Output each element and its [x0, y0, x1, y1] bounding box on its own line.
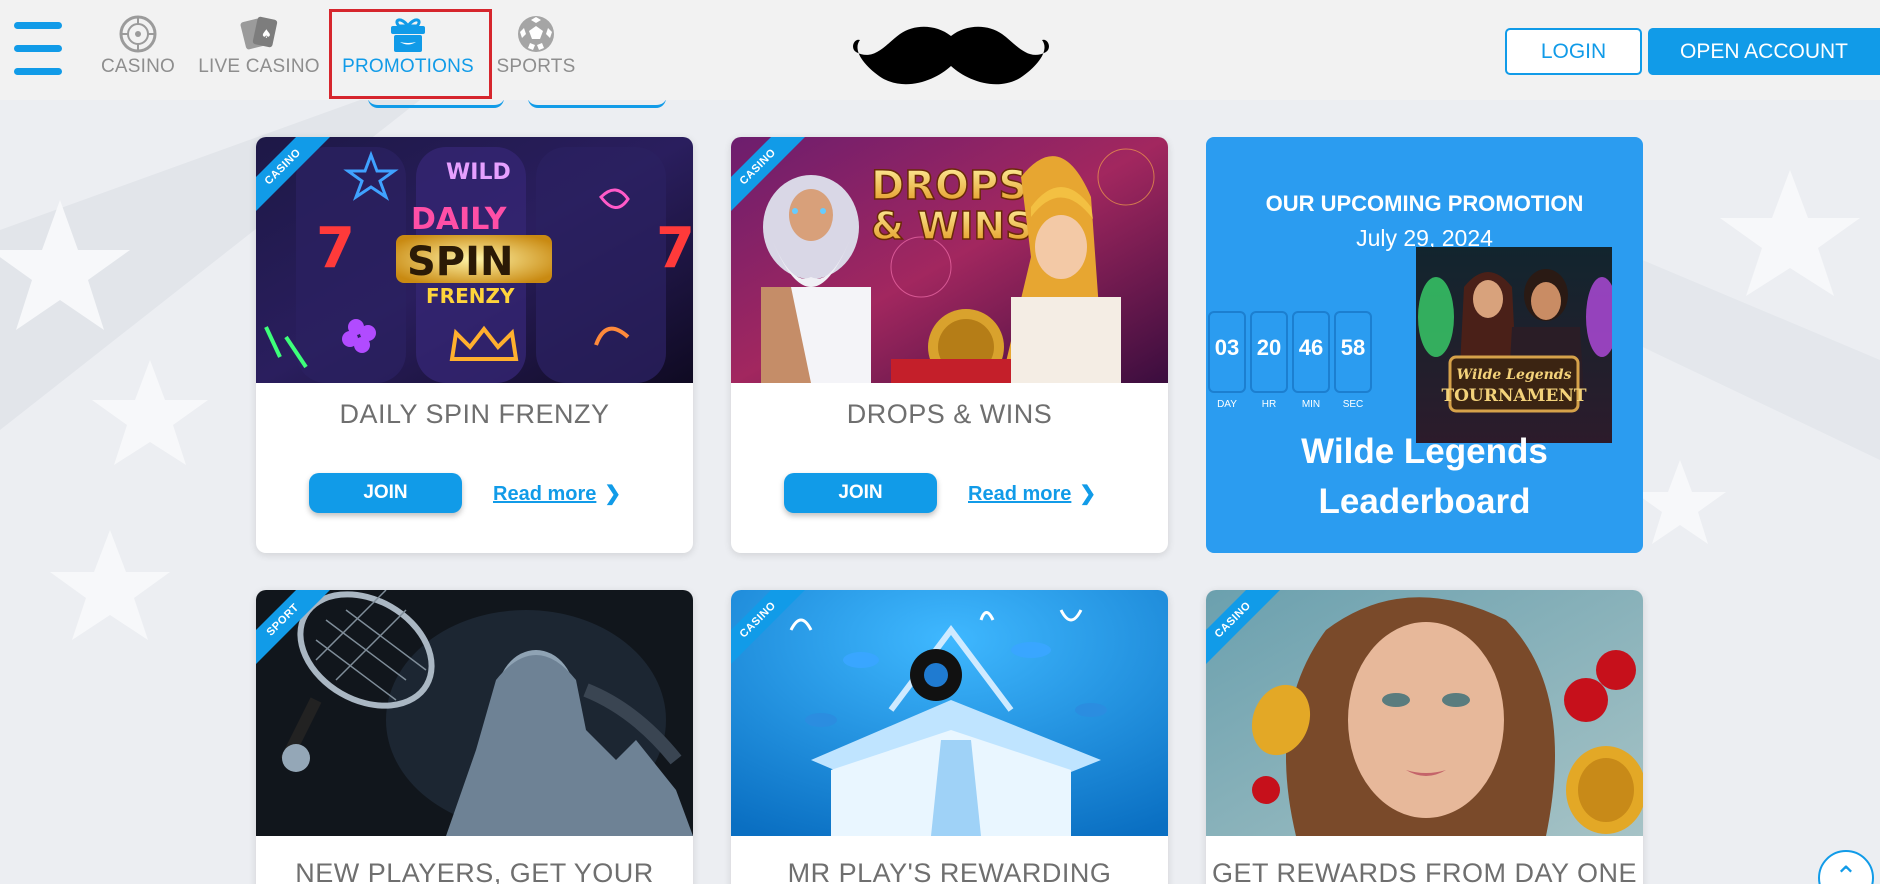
roulette-icon [119, 15, 157, 53]
chevron-up-icon: ⌃ [1834, 861, 1858, 884]
login-button[interactable]: LOGIN [1505, 28, 1642, 75]
card-title: MR PLAY'S REWARDING [787, 858, 1112, 884]
promo-card-drops-and-wins[interactable]: DROPS & WINS CASINO DROPS & WINS JOIN Re… [731, 137, 1168, 553]
countdown-minutes: 46 [1292, 311, 1330, 393]
nav-live-casino[interactable]: ♠ LIVE CASINO [198, 14, 320, 84]
promo-card-daily-spin-frenzy[interactable]: 7 7 WILD DAILY SPIN FRENZY CASINO DAILY … [256, 137, 693, 553]
read-more-link[interactable]: Read more ❯ [968, 481, 1096, 506]
chevron-right-icon: ❯ [604, 483, 622, 505]
upcoming-promotion-heading: OUR UPCOMING PROMOTION [1265, 191, 1584, 216]
art-frenzy-text: FRENZY [426, 284, 515, 308]
card-title: DAILY SPIN FRENZY [339, 399, 610, 429]
upcoming-promotion-card[interactable]: OUR UPCOMING PROMOTION July 29, 2024 03 … [1206, 137, 1643, 553]
join-button[interactable]: JOIN [309, 473, 462, 513]
art-daily-text: DAILY [411, 202, 508, 237]
leaderboard-title: Wilde Legends Leaderboard [1206, 427, 1643, 527]
daily-spin-frenzy-image: 7 7 WILD DAILY SPIN FRENZY [256, 137, 693, 383]
art-spin-text: SPIN [407, 239, 513, 285]
countdown-min-label: MIN [1301, 399, 1321, 410]
read-more-label: Read more [493, 483, 597, 505]
wilde-legends-tournament-image: Wilde Legends TOURNAMENT [1416, 247, 1612, 443]
svg-text:7: 7 [656, 216, 693, 281]
gift-box-chips-image [731, 590, 1168, 836]
open-account-button[interactable]: OPEN ACCOUNT [1648, 28, 1880, 75]
leaderboard-title-line-1: Wilde Legends [1301, 432, 1548, 471]
promo-card-new-players[interactable]: SPORT NEW PLAYERS, GET YOUR [256, 590, 693, 884]
nav-live-casino-label: LIVE CASINO [198, 56, 320, 77]
card-title: NEW PLAYERS, GET YOUR [295, 858, 654, 884]
countdown-hours: 20 [1250, 311, 1288, 393]
read-more-link[interactable]: Read more ❯ [493, 481, 621, 506]
countdown-days: 03 [1208, 311, 1246, 393]
promo-card-mr-plays-rewarding[interactable]: CASINO MR PLAY'S REWARDING [731, 590, 1168, 884]
nav-casino-label: CASINO [100, 56, 176, 77]
chevron-right-icon: ❯ [1079, 483, 1097, 505]
mustache-logo[interactable] [850, 22, 1052, 88]
leaderboard-title-line-2: Leaderboard [1318, 482, 1531, 521]
countdown-day-label: DAY [1217, 399, 1237, 410]
countdown-seconds: 58 [1334, 311, 1372, 393]
nav-sports[interactable]: SPORTS [496, 14, 576, 84]
art-wins-text: & WINS [871, 204, 1033, 248]
art-wild-text: WILD [446, 160, 511, 185]
woman-coins-image [1206, 590, 1643, 836]
hamburger-menu-icon[interactable] [14, 22, 62, 76]
drops-and-wins-image: DROPS & WINS [731, 137, 1168, 383]
join-button[interactable]: JOIN [784, 473, 937, 513]
tennis-player-image [256, 590, 693, 836]
promo-card-rewards-day-one[interactable]: CASINO GET REWARDS FROM DAY ONE [1206, 590, 1643, 884]
svg-text:7: 7 [316, 216, 355, 281]
nav-casino[interactable]: CASINO [98, 14, 178, 84]
tournament-art-title: Wilde Legends [1457, 367, 1572, 383]
promotions-highlight-box [329, 9, 492, 99]
tournament-art-subtitle: TOURNAMENT [1441, 386, 1586, 406]
nav-sports-label: SPORTS [496, 56, 576, 77]
svg-text:♠: ♠ [261, 27, 272, 41]
art-drops-text: DROPS [871, 163, 1027, 209]
read-more-label: Read more [968, 483, 1072, 505]
countdown-hr-label: HR [1261, 399, 1277, 410]
cards-icon: ♠ [240, 16, 278, 50]
soccer-ball-icon [518, 16, 554, 52]
card-title: GET REWARDS FROM DAY ONE [1211, 858, 1638, 884]
countdown-sec-label: SEC [1342, 399, 1364, 410]
card-title: DROPS & WINS [846, 399, 1053, 429]
top-navigation-bar: CASINO ♠ LIVE CASINO PROMOTIONS SPORTS L… [0, 0, 1880, 100]
